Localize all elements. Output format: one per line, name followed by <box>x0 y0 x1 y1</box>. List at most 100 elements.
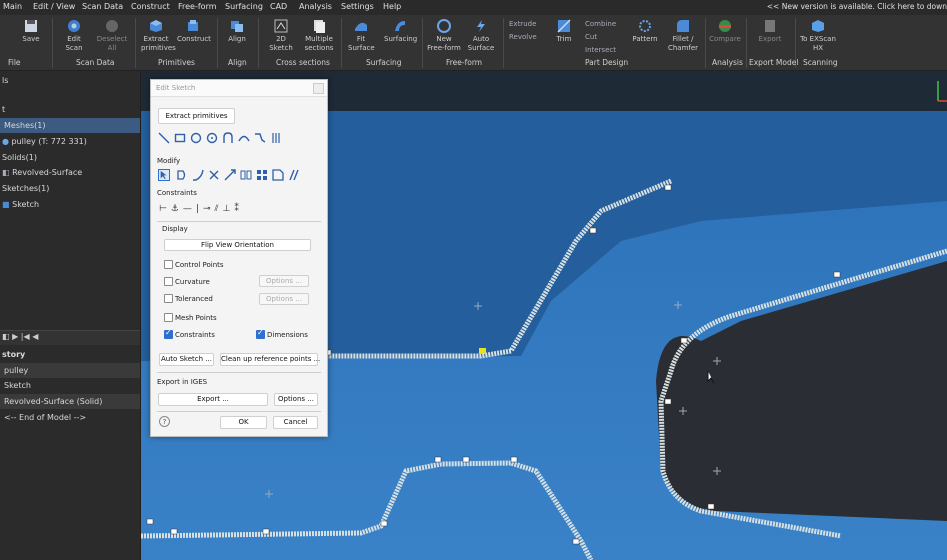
tree-item-revolved-surface[interactable]: ◧ Revolved-Surface <box>0 165 140 180</box>
chamfer-tool-icon[interactable] <box>272 169 284 181</box>
tree-item-pulley[interactable]: ● pulley (T: 772 331) <box>0 134 140 149</box>
rectangle-tool-icon[interactable] <box>174 132 186 144</box>
history-item-end: <-- End of Model --> <box>4 413 87 422</box>
tree-item-meshes[interactable]: Meshes(1) <box>0 118 140 133</box>
polyline-tool-icon[interactable] <box>254 132 266 144</box>
deselect-icon <box>106 20 118 32</box>
edit-scan-button[interactable]: Edit Scan <box>62 19 86 53</box>
tangent-icon[interactable]: ⊸ <box>203 204 215 214</box>
clean-up-reference-points-button[interactable]: Clean up reference points ... <box>220 353 320 366</box>
history-item-sketch[interactable]: Sketch <box>0 378 140 393</box>
menu-bar: Main Edit / View Scan Data Construct Fre… <box>0 0 947 15</box>
group-cross-sections: Cross sections <box>276 58 330 67</box>
fillet-tool-icon[interactable] <box>192 169 204 181</box>
circle-center-tool-icon[interactable] <box>206 132 218 144</box>
anchor-icon[interactable]: ⚓ <box>171 204 183 214</box>
parallel-lines-tool-icon[interactable] <box>270 132 282 144</box>
trim-button[interactable]: Trim <box>552 19 576 44</box>
menu-construct[interactable]: Construct <box>131 2 170 11</box>
curvature-checkbox[interactable] <box>164 277 173 286</box>
export-button[interactable]: Export <box>756 19 784 44</box>
line-tool-icon[interactable] <box>158 132 170 144</box>
mirror-tool-icon[interactable] <box>240 169 252 181</box>
auto-sketch-button[interactable]: Auto Sketch ... <box>159 353 214 366</box>
combine-button[interactable]: Combine <box>585 20 616 28</box>
circle-tool-icon[interactable] <box>190 132 202 144</box>
intersect-button[interactable]: Intersect <box>585 46 616 54</box>
extend-tool-icon[interactable] <box>224 169 236 181</box>
group-free-form: Free-form <box>446 58 483 67</box>
sketch-icon: ■ <box>2 200 10 209</box>
multiple-sections-button[interactable]: Multiple sections <box>303 19 335 53</box>
update-notice[interactable]: << New version is available. Click here … <box>767 2 947 11</box>
fit-surface-button[interactable]: Fit Surface <box>348 19 375 53</box>
menu-cad[interactable]: CAD <box>270 2 287 11</box>
tree-item-sketches[interactable]: Sketches(1) <box>0 181 140 196</box>
horizontal-distance-icon[interactable]: ⊢ <box>159 204 171 214</box>
divider <box>157 221 321 222</box>
tree-item-solids[interactable]: Solids(1) <box>0 150 140 165</box>
solid-icon: ◧ <box>2 168 10 177</box>
fillet-chamfer-button[interactable]: Fillet / Chamfer <box>667 19 699 53</box>
cut-button[interactable]: Cut <box>585 33 597 41</box>
curvature-options-button[interactable]: Options ... <box>259 275 309 287</box>
revolve-button[interactable]: Revolve <box>509 33 537 41</box>
horizontal-icon[interactable]: — <box>183 204 196 214</box>
menu-analysis[interactable]: Analysis <box>299 2 332 11</box>
vertical-icon[interactable]: | <box>196 204 203 214</box>
extract-primitives-button[interactable]: Extract primitives <box>141 19 176 53</box>
deselect-all-button[interactable]: Deselect All <box>96 19 128 53</box>
trim-tool-icon[interactable] <box>208 169 220 181</box>
menu-free-form[interactable]: Free-form <box>178 2 217 11</box>
menu-surfacing[interactable]: Surfacing <box>225 2 263 11</box>
offset-tool-icon[interactable] <box>176 169 188 181</box>
tree-item-sketch[interactable]: ■ Sketch <box>0 197 140 212</box>
flip-view-orientation-button[interactable]: Flip View Orientation <box>164 239 311 251</box>
menu-edit-view[interactable]: Edit / View <box>33 2 75 11</box>
cancel-button[interactable]: Cancel <box>273 416 318 429</box>
split-tool-icon[interactable] <box>288 169 300 181</box>
parallel-icon[interactable]: ⫽ <box>215 204 223 214</box>
toleranced-checkbox[interactable] <box>164 294 173 303</box>
menu-scan-data[interactable]: Scan Data <box>82 2 123 11</box>
export-options-button[interactable]: Options ... <box>274 393 318 406</box>
compare-button[interactable]: Compare <box>709 19 741 44</box>
surfacing-button[interactable]: Surfacing <box>384 19 417 44</box>
constraints-checkbox[interactable] <box>164 328 173 339</box>
help-icon[interactable]: ? <box>159 416 170 427</box>
pattern-tool-icon[interactable] <box>256 169 268 181</box>
to-exscan-hx-button[interactable]: To EXScan HX <box>800 19 836 53</box>
history-nav-icons[interactable]: ◧ ▶ |◀ ◀ <box>2 332 38 341</box>
new-free-form-button[interactable]: New Free-form <box>427 19 461 53</box>
menu-help[interactable]: Help <box>383 2 401 11</box>
tree-item[interactable]: t <box>0 102 140 117</box>
perpendicular-icon[interactable]: ⊥ <box>223 204 235 214</box>
ok-button[interactable]: OK <box>220 416 267 429</box>
mesh-icon: ● <box>2 137 9 146</box>
slot-tool-icon[interactable] <box>222 132 234 144</box>
left-panel: ls t Meshes(1) ● pulley (T: 772 331) Sol… <box>0 71 141 560</box>
2d-sketch-button[interactable]: 2D Sketch <box>268 19 294 53</box>
extract-primitives-button[interactable]: Extract primitives <box>158 108 235 124</box>
select-tool-icon[interactable] <box>158 169 170 181</box>
export-button[interactable]: Export ... <box>158 393 268 406</box>
divider <box>157 411 321 412</box>
pattern-button[interactable]: Pattern <box>631 19 659 44</box>
dimensions-checkbox[interactable] <box>256 328 265 339</box>
toleranced-options-button[interactable]: Options ... <box>259 293 309 305</box>
extrude-button[interactable]: Extrude <box>509 20 536 28</box>
export-iges-label: Export in IGES <box>157 378 208 386</box>
history-item-revolved[interactable]: Revolved-Surface (Solid) <box>0 394 140 409</box>
mesh-points-checkbox[interactable] <box>164 313 173 322</box>
arc-tool-icon[interactable] <box>238 132 250 144</box>
menu-settings[interactable]: Settings <box>341 2 374 11</box>
auto-surface-button[interactable]: Auto Surface <box>466 19 496 53</box>
align-button[interactable]: Align <box>224 19 250 44</box>
control-points-checkbox[interactable] <box>164 260 173 269</box>
coincident-icon[interactable]: ⁑ <box>234 204 243 214</box>
close-icon[interactable] <box>313 83 324 94</box>
menu-main[interactable]: Main <box>3 2 22 11</box>
save-button[interactable]: Save <box>19 19 43 44</box>
construct-button[interactable]: Construct <box>177 19 211 44</box>
history-item-pulley[interactable]: pulley <box>0 363 140 378</box>
